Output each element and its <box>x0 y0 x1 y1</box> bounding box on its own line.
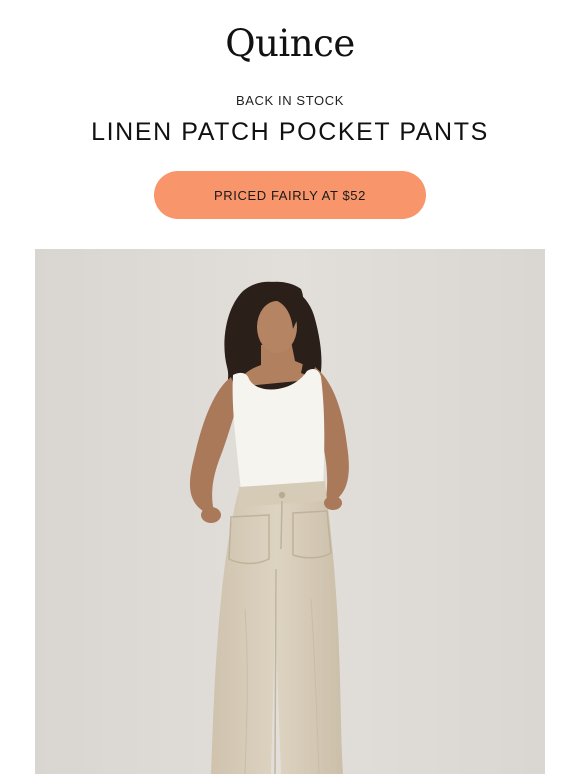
price-cta-button[interactable]: PRICED FAIRLY AT $52 <box>154 171 426 219</box>
email-page: Quince BACK IN STOCK LINEN PATCH POCKET … <box>0 0 580 774</box>
eyebrow-text: BACK IN STOCK <box>236 93 344 108</box>
hero-product-image[interactable] <box>35 249 545 774</box>
pants-fly-seam <box>280 500 283 550</box>
left-hand <box>201 507 221 523</box>
product-headline: LINEN PATCH POCKET PANTS <box>91 118 489 146</box>
brand-logo[interactable]: Quince <box>0 20 580 68</box>
price-cta-label: PRICED FAIRLY AT $52 <box>214 187 366 203</box>
pants-button <box>278 491 286 499</box>
model-illustration <box>35 249 545 774</box>
pants-leg-split <box>274 568 277 774</box>
right-hand <box>324 496 342 510</box>
